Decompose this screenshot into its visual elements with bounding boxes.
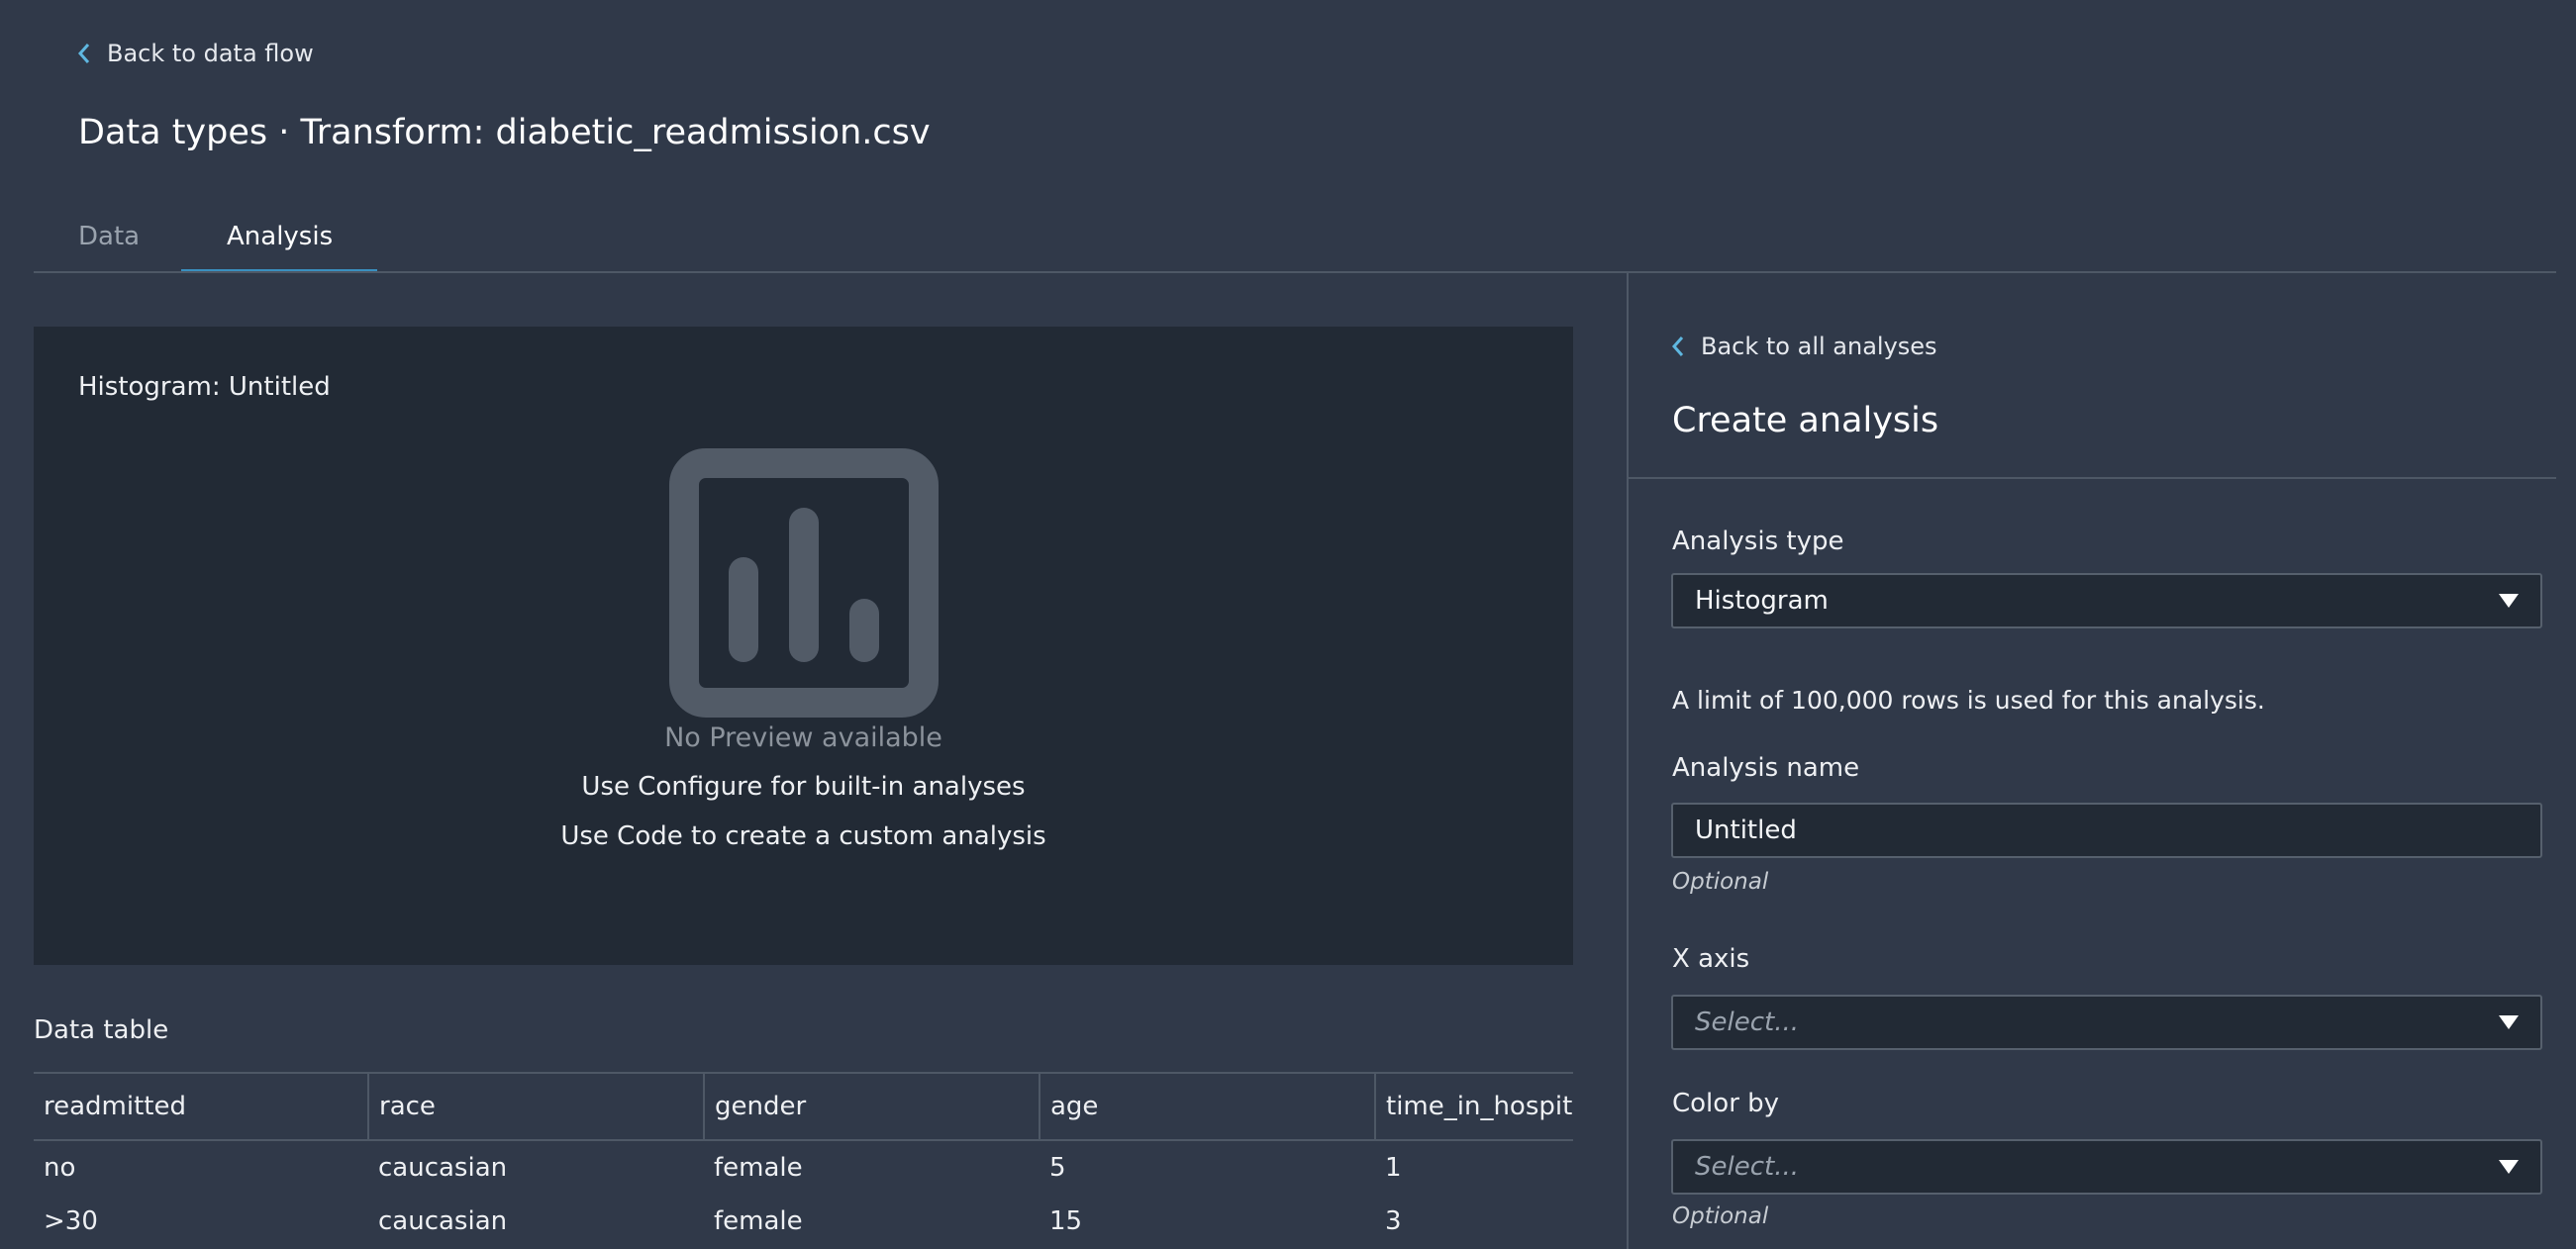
bar-chart-icon <box>669 448 939 718</box>
table-cell: 1 <box>1385 1153 1402 1183</box>
analysis-preview: Histogram: Untitled No Preview available… <box>34 327 1573 965</box>
table-cell: 5 <box>1049 1153 1066 1183</box>
table-row: >30 caucasian female 15 3 <box>34 1195 1573 1248</box>
column-header[interactable]: time_in_hospita <box>1374 1072 1573 1141</box>
preview-title: Histogram: Untitled <box>78 372 331 402</box>
configure-hint: Use Configure for built-in analyses <box>581 772 1026 802</box>
table-cell: 3 <box>1385 1206 1402 1236</box>
page-title: Data types · Transform: diabetic_readmis… <box>78 113 931 152</box>
table-cell: female <box>714 1153 803 1183</box>
column-header[interactable]: gender <box>703 1072 1040 1141</box>
table-cell: caucasian <box>378 1153 508 1183</box>
panel-title: Create analysis <box>1672 401 1939 440</box>
analysis-type-label: Analysis type <box>1672 527 1844 556</box>
code-hint: Use Code to create a custom analysis <box>560 821 1046 851</box>
color-by-placeholder: Select... <box>1695 1152 1800 1182</box>
color-by-optional: Optional <box>1672 1203 1769 1229</box>
dropdown-caret-icon <box>2499 1015 2519 1029</box>
back-to-data-flow-label: Back to data flow <box>107 40 314 67</box>
column-header[interactable]: race <box>367 1072 704 1141</box>
table-row: no caucasian female 5 1 <box>34 1140 1573 1195</box>
panel-divider <box>1627 273 1629 1249</box>
data-table-container: readmitted race gender age time_in_hospi… <box>34 1072 1573 1249</box>
analysis-type-value: Histogram <box>1695 586 1829 616</box>
tab-analysis[interactable]: Analysis <box>227 222 333 251</box>
dropdown-caret-icon <box>2499 1160 2519 1174</box>
color-by-label: Color by <box>1672 1089 1780 1118</box>
chevron-left-icon <box>77 44 90 63</box>
x-axis-select[interactable]: Select... <box>1671 995 2542 1050</box>
table-header-row: readmitted race gender age time_in_hospi… <box>34 1072 1573 1141</box>
analysis-name-optional: Optional <box>1672 869 1769 895</box>
table-cell: >30 <box>44 1206 98 1236</box>
back-to-all-analyses-link[interactable]: Back to all analyses <box>1671 333 1937 360</box>
no-preview-text: No Preview available <box>664 722 942 753</box>
back-to-data-flow-link[interactable]: Back to data flow <box>77 40 314 67</box>
table-cell: 15 <box>1049 1206 1083 1236</box>
column-header[interactable]: age <box>1039 1072 1375 1141</box>
data-table: readmitted race gender age time_in_hospi… <box>34 1072 1573 1248</box>
table-cell: no <box>44 1153 76 1183</box>
panel-title-divider <box>1629 477 2556 479</box>
data-table-label: Data table <box>34 1015 169 1045</box>
row-limit-info: A limit of 100,000 rows is used for this… <box>1672 686 2265 715</box>
back-to-all-analyses-label: Back to all analyses <box>1701 333 1937 360</box>
color-by-select[interactable]: Select... <box>1671 1139 2542 1195</box>
table-cell: female <box>714 1206 803 1236</box>
table-cell: caucasian <box>378 1206 508 1236</box>
analysis-name-value: Untitled <box>1695 816 1797 845</box>
x-axis-placeholder: Select... <box>1695 1008 1800 1037</box>
column-header[interactable]: readmitted <box>34 1072 368 1141</box>
analysis-name-label: Analysis name <box>1672 753 1860 783</box>
analysis-name-input[interactable]: Untitled <box>1671 803 2542 858</box>
dropdown-caret-icon <box>2499 594 2519 608</box>
tab-data[interactable]: Data <box>78 222 140 251</box>
tabs-divider <box>34 271 2556 273</box>
x-axis-label: X axis <box>1672 944 1750 974</box>
chevron-left-icon <box>1671 336 1684 356</box>
analysis-type-select[interactable]: Histogram <box>1671 573 2542 628</box>
